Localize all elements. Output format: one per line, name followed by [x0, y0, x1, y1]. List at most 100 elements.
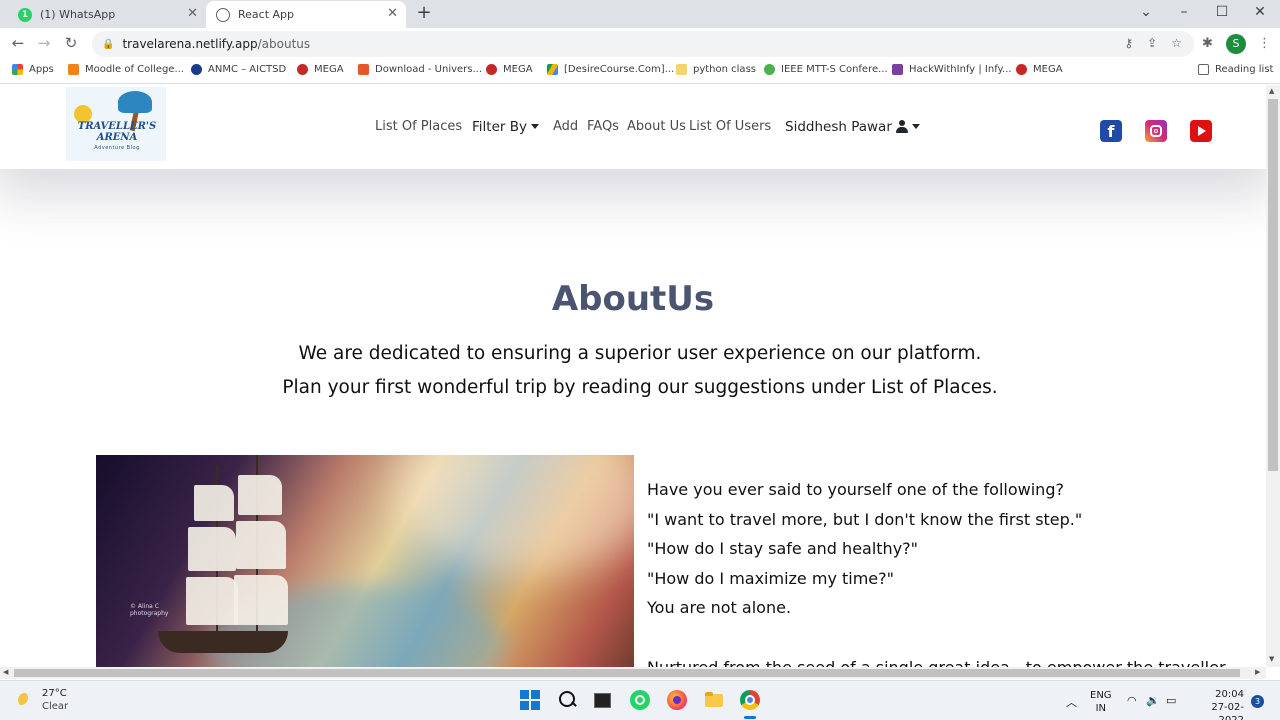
windows-start-icon[interactable]: [520, 690, 540, 710]
new-tab-button[interactable]: +: [414, 4, 434, 24]
minimize-button[interactable]: –: [1174, 4, 1194, 20]
horizontal-scrollbar[interactable]: ◀ ▶: [0, 667, 1266, 679]
bookmark-anmc[interactable]: ANMC – AICTSD: [191, 64, 286, 75]
nav-faqs[interactable]: FAQs: [587, 119, 619, 134]
language-indicator[interactable]: ENG IN: [1090, 689, 1112, 715]
facebook-icon[interactable]: f: [1100, 120, 1122, 142]
whatsapp-icon[interactable]: [630, 690, 650, 710]
download-icon: [358, 64, 369, 75]
address-bar[interactable]: 🔒 travelarena.netlify.app/aboutus ⚷ ⇪ ☆: [92, 31, 1194, 57]
instagram-icon[interactable]: [1145, 120, 1167, 142]
menu-kebab-icon[interactable]: ⋮: [1258, 36, 1271, 51]
scroll-left-icon[interactable]: ◀: [3, 668, 8, 676]
mega-icon: [297, 64, 308, 75]
volume-icon[interactable]: 🔉: [1146, 694, 1160, 707]
nav-filter-by[interactable]: Filter By: [472, 119, 539, 135]
firefox-icon[interactable]: [667, 690, 687, 710]
reload-icon[interactable]: ↻: [61, 34, 81, 52]
clock[interactable]: 20:04 27-02-2022: [1190, 688, 1244, 720]
nav-user-menu[interactable]: Siddhesh Pawar: [785, 119, 920, 135]
task-view-icon[interactable]: [592, 690, 612, 710]
scroll-right-icon[interactable]: ▶: [1255, 668, 1260, 676]
search-icon[interactable]: [557, 690, 577, 710]
weather-condition: Clear: [42, 701, 69, 712]
palm-tree-icon: [118, 91, 152, 113]
bookmark-star-icon[interactable]: ☆: [1171, 36, 1182, 50]
close-icon[interactable]: ✕: [187, 6, 198, 21]
site-navbar: TRAVELLER'S ARENA Adventure Blog List Of…: [0, 85, 1266, 169]
youtube-icon[interactable]: [1190, 120, 1212, 142]
bookmark-moodle[interactable]: Moodle of College...: [68, 64, 184, 75]
tab-whatsapp[interactable]: 1 (1) WhatsApp ✕: [8, 1, 206, 28]
extensions-icon[interactable]: ✱: [1202, 36, 1213, 51]
tab-title: React App: [238, 8, 295, 21]
scrollbar-thumb[interactable]: [1268, 99, 1278, 471]
notification-badge[interactable]: 3: [1251, 695, 1264, 708]
bookmark-ieee[interactable]: IEEE MTT-S Confere...: [764, 64, 888, 75]
browser-toolbar: ← → ↻ 🔒 travelarena.netlify.app/aboutus …: [0, 28, 1280, 60]
reading-list-icon: [1198, 64, 1209, 75]
scrollbar-thumb[interactable]: [14, 669, 1240, 677]
lock-icon: 🔒: [102, 38, 115, 50]
tab-title: (1) WhatsApp: [40, 8, 116, 21]
tab-react-app[interactable]: React App ✕: [206, 1, 406, 28]
forward-icon[interactable]: →: [34, 34, 54, 52]
user-icon: [895, 120, 908, 133]
scroll-up-icon[interactable]: ▲: [1269, 87, 1274, 95]
bookmark-desirecourse[interactable]: [DesireCourse.Com]...: [547, 64, 674, 75]
nav-about-us[interactable]: About Us: [627, 119, 686, 134]
story-line: "I want to travel more, but I don't know…: [647, 509, 1083, 529]
key-icon[interactable]: ⚷: [1124, 36, 1133, 50]
nav-add[interactable]: Add: [553, 119, 578, 134]
apps-grid-icon: [12, 64, 23, 75]
vertical-scrollbar[interactable]: ▲ ▼: [1266, 85, 1280, 667]
share-icon[interactable]: ⇪: [1147, 36, 1157, 50]
temperature: 27°C: [42, 688, 67, 699]
profile-avatar[interactable]: S: [1226, 34, 1246, 54]
caret-down-icon: [911, 124, 920, 129]
bookmark-mega-1[interactable]: MEGA: [297, 64, 344, 75]
bookmark-apps[interactable]: Apps: [12, 64, 54, 75]
site-logo[interactable]: TRAVELLER'S ARENA Adventure Blog: [66, 87, 166, 161]
ship-on-map-image: © Alina C photography: [96, 455, 634, 667]
windows-taskbar: 27°C Clear ︿ ENG IN ◠ 🔉 ▭ 20:04 27-02-20…: [0, 680, 1280, 720]
folder-icon: [676, 64, 687, 75]
bookmark-download[interactable]: Download - Univers...: [358, 64, 482, 75]
bookmark-mega-2[interactable]: MEGA: [486, 64, 533, 75]
reading-list[interactable]: Reading list: [1198, 64, 1273, 75]
close-icon[interactable]: ✕: [387, 6, 398, 21]
nav-list-of-places[interactable]: List Of Places: [375, 119, 462, 134]
browser-tab-strip: 1 (1) WhatsApp ✕ React App ✕ + ⌄ – ☐ ✕: [0, 0, 1280, 28]
scroll-down-icon[interactable]: ▼: [1269, 655, 1274, 663]
intro-line-1: We are dedicated to ensuring a superior …: [298, 343, 982, 364]
drive-icon: [547, 64, 558, 75]
bookmarks-bar: Apps Moodle of College... ANMC – AICTSD …: [0, 60, 1280, 84]
chevron-up-icon[interactable]: ︿: [1066, 694, 1077, 710]
tab-search-icon[interactable]: ⌄: [1136, 4, 1156, 20]
photo-credit: © Alina C photography: [130, 603, 169, 617]
bookmark-hackwithinfy[interactable]: HackWithInfy | Infy...: [892, 64, 1012, 75]
wifi-icon[interactable]: ◠: [1127, 694, 1137, 707]
page-viewport: TRAVELLER'S ARENA Adventure Blog List Of…: [0, 85, 1266, 667]
bookmark-python-class[interactable]: python class: [676, 64, 756, 75]
story-line: "How do I maximize my time?": [647, 568, 894, 588]
window-close-button[interactable]: ✕: [1250, 4, 1270, 20]
file-explorer-icon[interactable]: [704, 690, 724, 710]
bookmark-mega-3[interactable]: MEGA: [1016, 64, 1063, 75]
weather-widget[interactable]: 27°C Clear: [18, 687, 68, 713]
mega-icon: [1016, 64, 1027, 75]
maximize-button[interactable]: ☐: [1212, 4, 1232, 20]
mega-icon: [486, 64, 497, 75]
url-host: travelarena.netlify.app: [122, 37, 258, 51]
url-path: /aboutus: [257, 37, 311, 51]
back-icon[interactable]: ←: [8, 34, 28, 52]
story-line: You are not alone.: [647, 598, 792, 618]
intro-line-2: Plan your first wonderful trip by readin…: [282, 377, 998, 398]
battery-icon[interactable]: ▭: [1166, 694, 1176, 707]
nav-list-of-users[interactable]: List Of Users: [689, 119, 771, 134]
logo-text: TRAVELLER'S ARENA: [77, 121, 157, 143]
logo-tagline: Adventure Blog: [94, 145, 140, 151]
page-title: AboutUs: [551, 279, 715, 319]
chrome-icon[interactable]: [740, 690, 760, 710]
date: 27-02-2022: [1211, 702, 1244, 720]
